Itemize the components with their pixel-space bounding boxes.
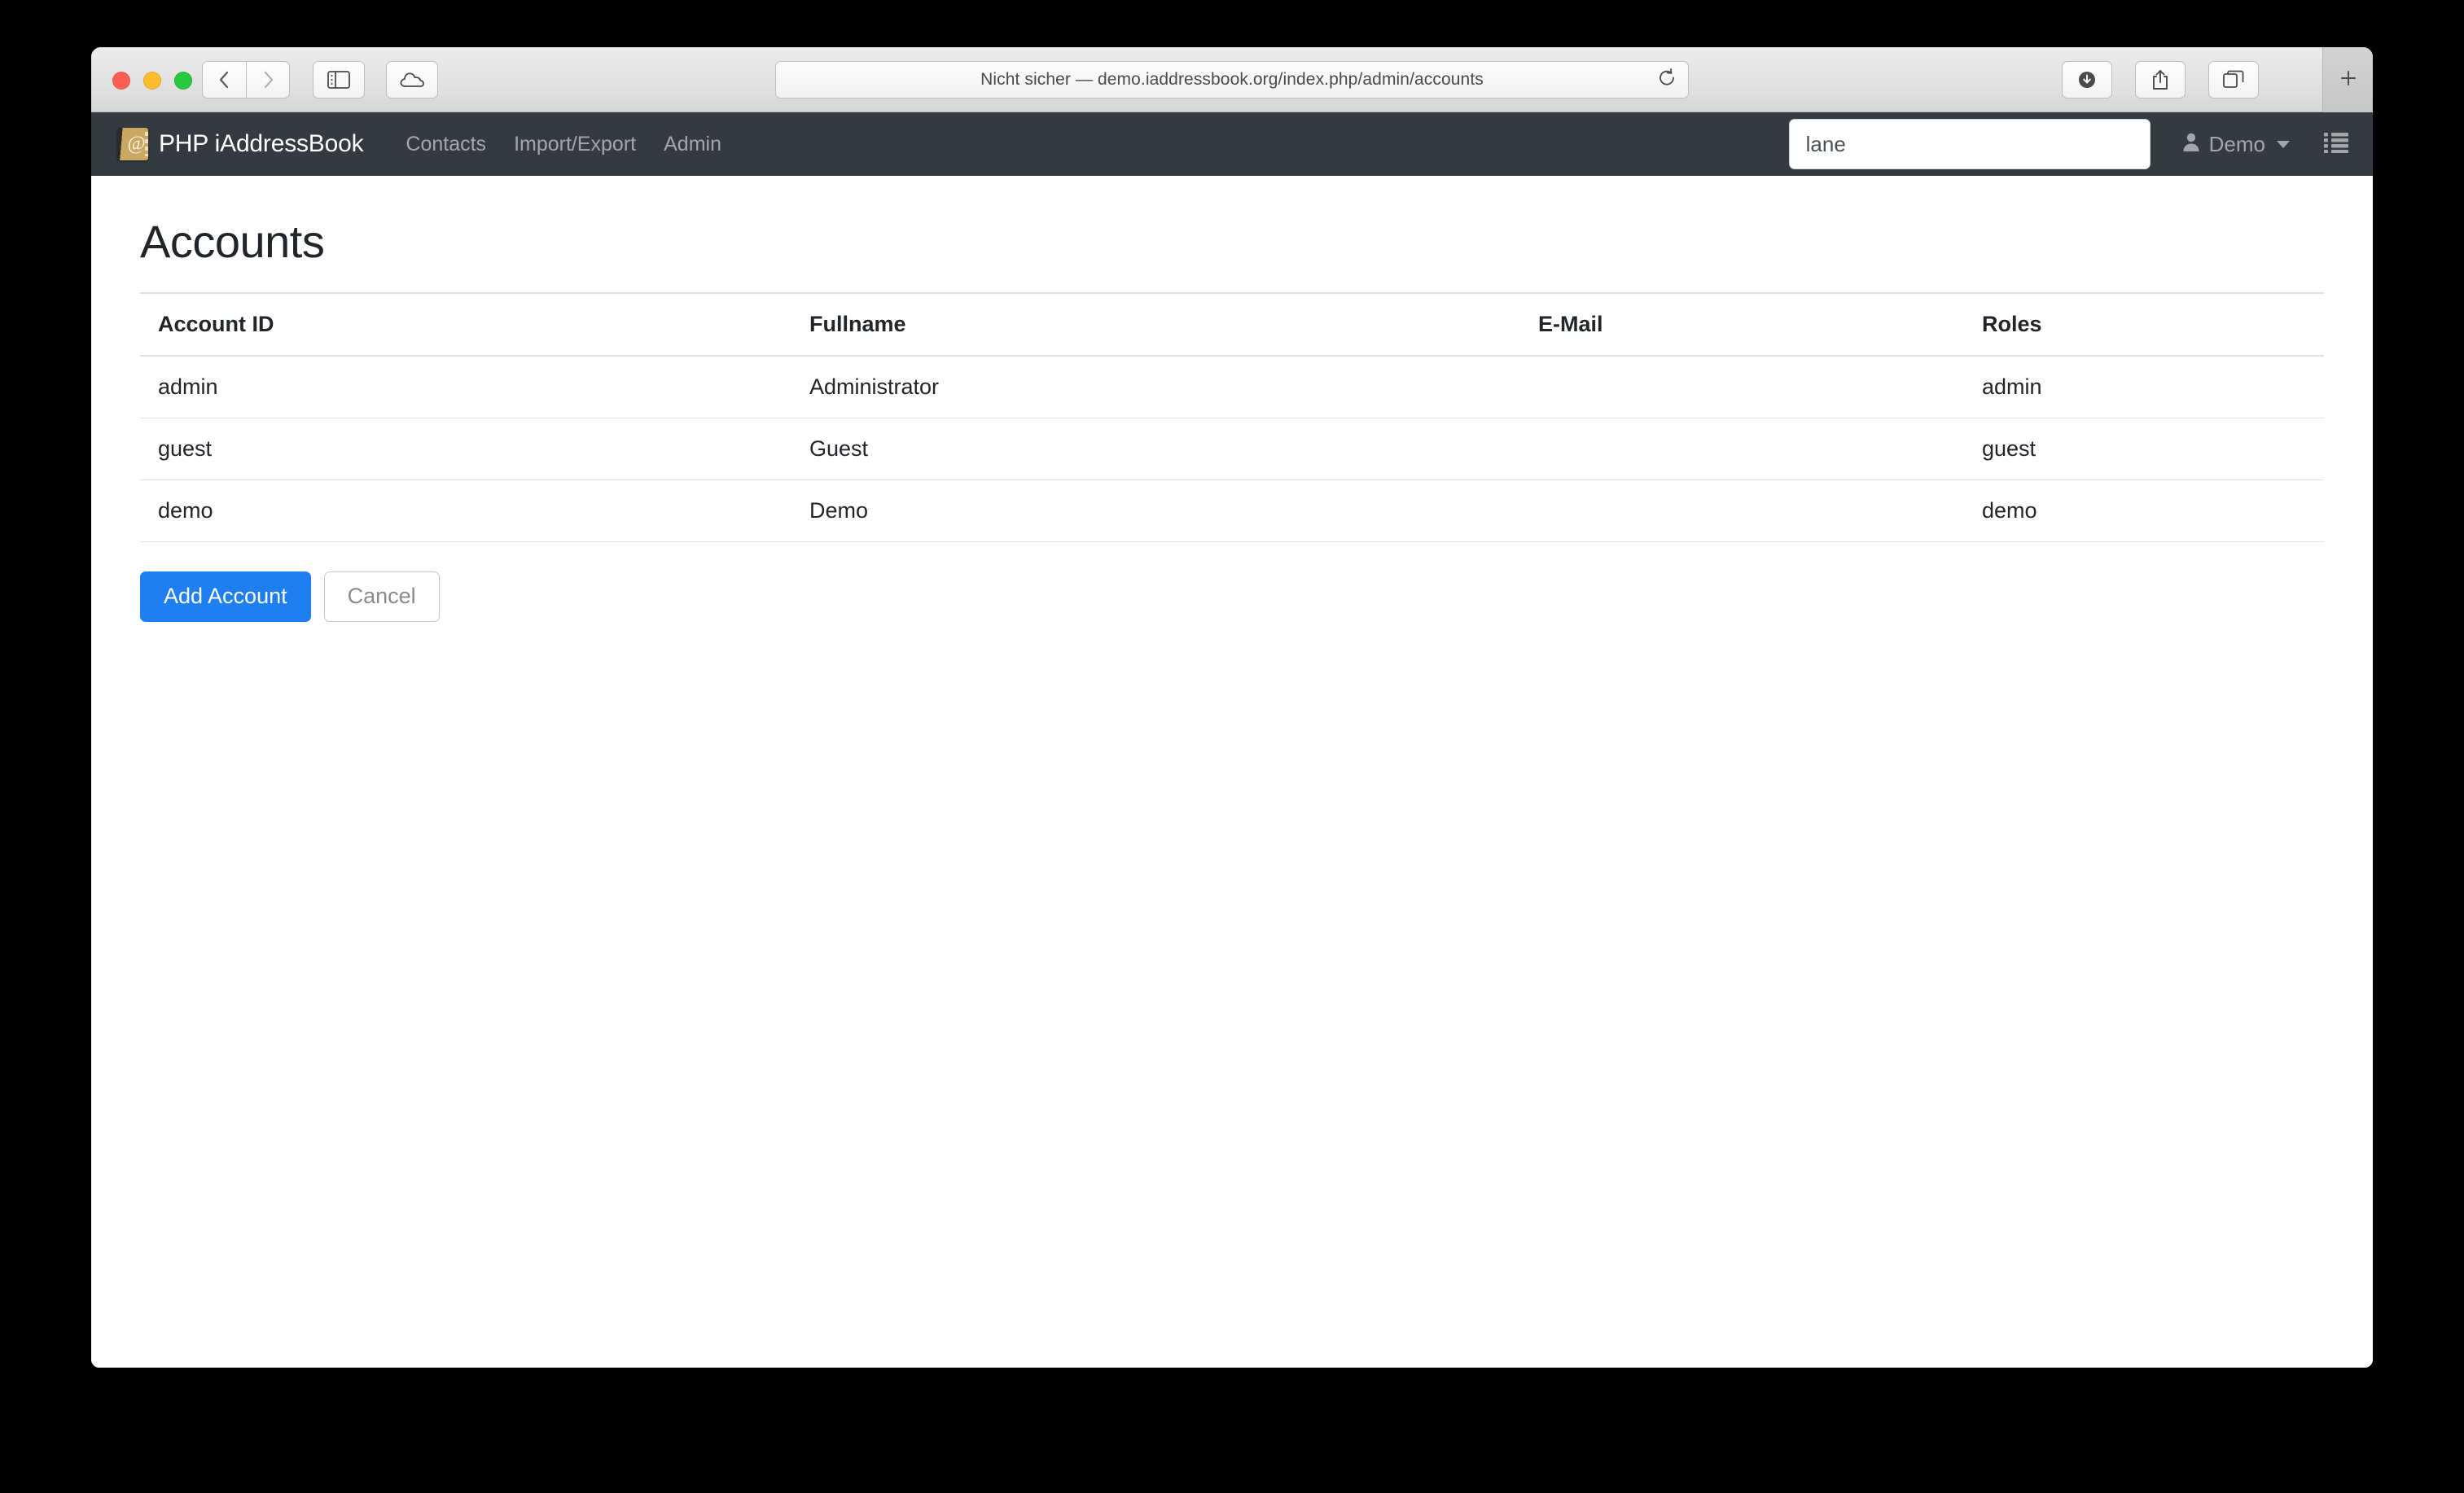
reload-icon[interactable] [1657,68,1677,92]
accounts-table: Account ID Fullname E-Mail Roles admin A… [140,292,2324,542]
table-row[interactable]: guest Guest guest [140,418,2324,480]
downloads-icon [2076,69,2098,90]
navbar-right: Demo [1788,119,2348,169]
forward-icon [260,69,276,90]
back-icon [217,69,233,90]
brand-link[interactable]: PHP iAddressBook [117,128,364,160]
browser-toolbar: Nicht sicher — demo.iaddressbook.org/ind… [91,47,2373,112]
new-tab-button[interactable] [2322,47,2373,112]
nav-item-contacts[interactable]: Contacts [406,133,486,156]
cell-email [1520,356,1964,418]
brand-title: PHP iAddressBook [159,130,364,157]
column-header-email[interactable]: E-Mail [1520,292,1964,357]
close-button[interactable] [112,72,130,90]
chevron-down-icon [2277,140,2290,148]
page-title: Accounts [140,216,325,267]
user-icon [2181,132,2201,157]
minimize-button[interactable] [143,72,161,90]
tab-overview-icon [2223,70,2244,90]
column-header-fullname[interactable]: Fullname [791,292,1520,357]
cell-account-id: admin [140,356,791,418]
user-menu[interactable]: Demo [2181,132,2290,157]
sidebar-toggle-button[interactable] [313,61,365,99]
zoom-button[interactable] [174,72,192,90]
cell-fullname: Administrator [791,356,1520,418]
table-row[interactable]: admin Administrator admin [140,356,2324,418]
browser-window: Nicht sicher — demo.iaddressbook.org/ind… [91,47,2373,1368]
cell-email [1520,418,1964,480]
nav-item-admin[interactable]: Admin [664,133,721,156]
search-input[interactable] [1788,119,2151,169]
address-bar[interactable]: Nicht sicher — demo.iaddressbook.org/ind… [775,61,1689,99]
tab-overview-button[interactable] [2208,61,2259,99]
addressbook-icon [117,128,148,160]
cell-email [1520,479,1964,542]
column-header-account-id[interactable]: Account ID [140,292,791,357]
main-nav: Contacts Import/Export Admin [406,133,721,156]
share-icon [2151,68,2170,91]
cell-fullname: Guest [791,418,1520,480]
user-menu-label: Demo [2208,131,2265,156]
url-text: Nicht sicher — demo.iaddressbook.org/ind… [980,70,1484,89]
list-icon [2324,132,2348,157]
list-toggle-button[interactable] [2324,132,2348,157]
add-account-button[interactable]: Add Account [140,571,311,622]
downloads-button[interactable] [2062,61,2112,99]
back-button[interactable] [202,61,246,99]
new-tab-icon [2337,67,2360,94]
cell-roles: admin [1964,356,2324,418]
table-row[interactable]: demo Demo demo [140,479,2324,542]
form-actions: Add Account Cancel [140,571,2324,622]
page-content: Accounts Account ID Fullname E-Mail Role… [91,176,2373,1368]
column-header-roles[interactable]: Roles [1964,292,2324,357]
cell-fullname: Demo [791,479,1520,542]
cell-roles: demo [1964,479,2324,542]
window-controls [112,72,192,90]
table-header-row: Account ID Fullname E-Mail Roles [140,292,2324,357]
icloud-button[interactable] [386,61,438,99]
nav-item-import-export[interactable]: Import/Export [514,133,636,156]
app-navbar: PHP iAddressBook Contacts Import/Export … [91,112,2373,176]
cancel-button[interactable]: Cancel [323,571,440,622]
forward-button[interactable] [246,61,290,99]
cell-account-id: guest [140,418,791,480]
cell-account-id: demo [140,479,791,542]
icloud-icon [399,71,425,89]
share-button[interactable] [2135,61,2186,99]
sidebar-icon [327,71,350,89]
cell-roles: guest [1964,418,2324,480]
